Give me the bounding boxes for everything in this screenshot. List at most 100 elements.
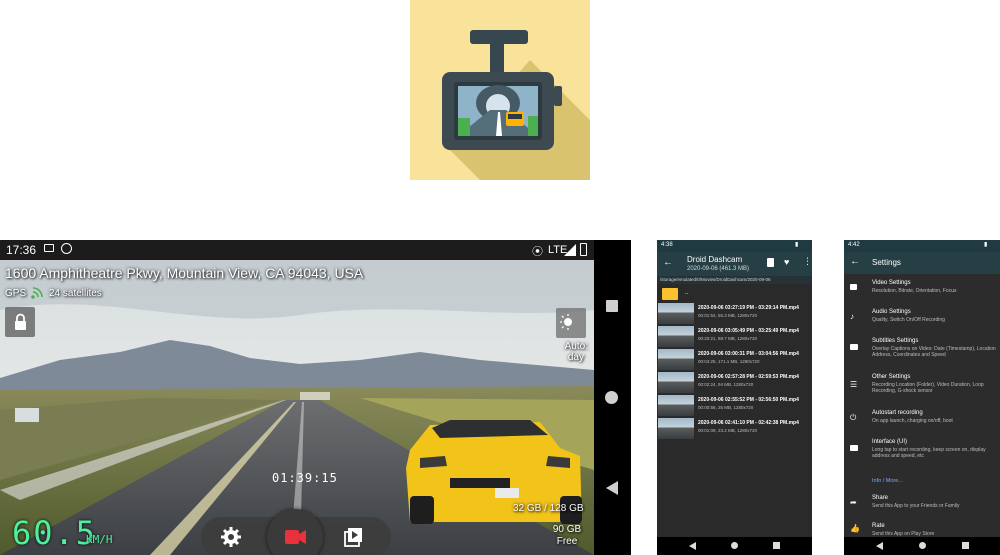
share-icon: ➦ — [850, 498, 857, 507]
interface-icon — [850, 445, 858, 451]
gps-label: GPS — [5, 288, 27, 299]
setting-description: Recording Location (Folder), Video Durat… — [872, 382, 984, 394]
battery-icon — [580, 243, 587, 256]
controls-bar — [201, 509, 391, 555]
record-button[interactable] — [267, 509, 323, 555]
folder-up-label: .. — [685, 290, 689, 296]
home-button[interactable] — [605, 391, 618, 404]
settings-back-icon[interactable]: ← — [850, 256, 860, 267]
settings-back-button[interactable] — [876, 542, 884, 550]
files-back-icon[interactable]: ← — [663, 257, 673, 268]
location-icon: ⦿ — [532, 246, 543, 258]
share-item[interactable]: ➦ Share Send this App to your Friends or… — [844, 493, 1000, 515]
file-meta: 00:04:25, 171.1 MB, 1280x720 — [698, 359, 760, 364]
files-status-bar: 4:38 ▮ — [657, 240, 812, 252]
files-back-button[interactable] — [689, 542, 697, 550]
file-meta: 00:20:21, 88.7 MB, 1280x720 — [698, 336, 758, 341]
more-icon[interactable]: ⋮ — [803, 256, 812, 267]
settings-battery-icon: ▮ — [984, 242, 988, 248]
settings-screen: 4:42 ▮ ← Settings Video Settings Resolut… — [844, 240, 1000, 555]
day-mode-label-1: Auto: — [564, 341, 588, 352]
files-title: Droid Dashcam — [687, 255, 743, 264]
recents-button[interactable] — [606, 300, 618, 312]
day-night-button[interactable] — [556, 308, 586, 338]
main-camera-screen: 17:36 ⦿ LTE 1600 Amphitheatre Pkwy, Moun… — [0, 240, 631, 555]
file-meta: 00:02:24, 94 MB, 1280x720 — [698, 382, 754, 387]
settings-icon — [221, 527, 241, 547]
video-thumbnail — [658, 372, 694, 393]
folder-icon — [662, 288, 678, 300]
setting-title: Interface (UI) — [872, 439, 908, 445]
video-thumbnail — [658, 303, 694, 324]
lock-icon — [15, 313, 26, 330]
file-row[interactable]: 2020-09-06 03:00:31 PM - 03:04:56 PM.mp4… — [657, 348, 812, 371]
back-button[interactable] — [605, 481, 619, 495]
file-meta: 00:01:54, 55.3 MB, 1280x720 — [698, 313, 758, 318]
rate-item[interactable]: 👍 Rate Send this App on Play Store — [844, 521, 1000, 537]
storage-free-value: 90 GB — [552, 524, 582, 535]
recordings-screen: 4:38 ▮ ← Droid Dashcam 2020-09-06 (461.3… — [657, 240, 812, 555]
settings-status-bar: 4:42 ▮ — [844, 240, 1000, 252]
sd-card-icon[interactable] — [767, 258, 774, 267]
video-thumbnail — [658, 326, 694, 347]
file-name: 2020-09-06 03:05:49 PM - 03:25:49 PM.mp4 — [698, 328, 799, 334]
settings-home-button[interactable] — [919, 542, 926, 549]
storage-used: 32 GB / 128 GB — [513, 503, 584, 514]
app-notification-icon — [61, 243, 72, 254]
setting-description: On app launch, charging on/off, boot — [872, 418, 953, 424]
subtitles-icon — [850, 344, 858, 350]
file-row[interactable]: 2020-09-06 02:41:10 PM - 02:42:38 PM.mp4… — [657, 417, 812, 440]
setting-description: Resolution, Bitrate, Orientation, Focus — [872, 288, 957, 294]
file-row[interactable]: 2020-09-06 03:27:19 PM - 03:29:14 PM.mp4… — [657, 302, 812, 325]
camera-preview: 1600 Amphitheatre Pkwy, Mountain View, C… — [0, 260, 594, 555]
setting-title: Audio Settings — [872, 309, 911, 315]
file-row[interactable]: 2020-09-06 02:57:28 PM - 02:59:53 PM.mp4… — [657, 371, 812, 394]
settings-title: Settings — [872, 258, 901, 267]
settings-button[interactable] — [219, 525, 243, 549]
setting-title: Subtitles Settings — [872, 338, 919, 344]
power-plug-icon: ⏻ — [850, 413, 857, 422]
file-row[interactable]: 2020-09-06 02:55:52 PM - 02:56:50 PM.mp4… — [657, 394, 812, 417]
file-row[interactable]: 2020-09-06 03:05:49 PM - 03:25:49 PM.mp4… — [657, 325, 812, 348]
setting-description: Long tap to start recording, keep screen… — [872, 447, 986, 459]
thumbs-up-icon: 👍 — [850, 524, 860, 533]
playback-icon — [344, 528, 362, 547]
recording-timer: 01:39:15 — [272, 471, 338, 485]
video-settings-icon — [850, 284, 857, 290]
storage-free-label: Free — [556, 536, 578, 547]
video-thumbnail — [658, 418, 694, 439]
signal-icon — [564, 244, 576, 256]
other-settings-item[interactable]: ☰ Other Settings Recording Location (Fol… — [844, 372, 1000, 406]
setting-title: Video Settings — [872, 280, 911, 286]
file-name: 2020-09-06 02:41:10 PM - 02:42:38 PM.mp4 — [698, 420, 799, 426]
camera-notification-icon — [44, 244, 54, 252]
status-time: 17:36 — [6, 243, 37, 257]
video-settings-item[interactable]: Video Settings Resolution, Bitrate, Orie… — [844, 278, 1000, 306]
tune-icon: ☰ — [850, 380, 858, 389]
file-meta: 00:00:56, 25 MB, 1280x720 — [698, 405, 754, 410]
audio-settings-item[interactable]: ♪ Audio Settings Quality, Switch On/Off … — [844, 307, 1000, 335]
day-night-icon — [560, 314, 578, 330]
autostart-item[interactable]: ⏻ Autostart recording On app launch, cha… — [844, 408, 1000, 432]
file-name: 2020-09-06 03:00:31 PM - 03:04:56 PM.mp4 — [698, 351, 799, 357]
settings-recents-button[interactable] — [962, 542, 969, 549]
subtitles-settings-item[interactable]: Subtitles Settings Overlay Captions on V… — [844, 336, 1000, 370]
files-home-button[interactable] — [731, 542, 738, 549]
files-subtitle: 2020-09-06 (461.3 MB) — [687, 266, 750, 272]
files-nav-bar — [657, 537, 812, 555]
speed-unit: KM/H — [86, 533, 113, 546]
setting-description: Quality, Switch On/Off Recording — [872, 317, 945, 323]
lock-button[interactable] — [5, 307, 35, 337]
info-more-link[interactable]: Info / More... — [872, 478, 903, 484]
files-recents-button[interactable] — [773, 542, 780, 549]
folder-up-row[interactable]: .. — [657, 284, 812, 302]
playback-button[interactable] — [341, 525, 365, 549]
dashcam-logo-icon — [442, 30, 590, 180]
favorite-icon[interactable]: ♥ — [784, 257, 789, 267]
setting-title: Other Settings — [872, 374, 911, 380]
file-name: 2020-09-06 03:27:19 PM - 03:29:14 PM.mp4 — [698, 305, 799, 311]
interface-item[interactable]: Interface (UI) Long tap to start recordi… — [844, 437, 1000, 469]
speed-value: 60.5 — [12, 514, 98, 552]
files-toolbar: ← Droid Dashcam 2020-09-06 (461.3 MB) ♥ … — [657, 252, 812, 276]
file-name: 2020-09-06 02:55:52 PM - 02:56:50 PM.mp4 — [698, 397, 799, 403]
